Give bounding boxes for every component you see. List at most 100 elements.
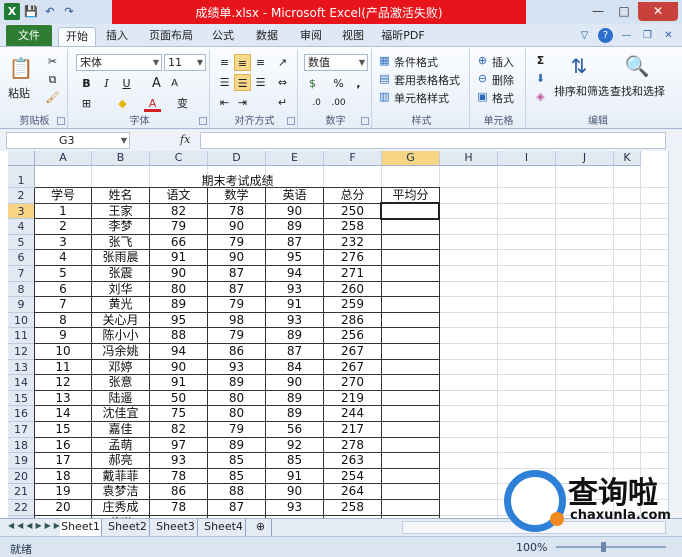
row-header-6[interactable]: 6 (8, 250, 35, 266)
zoom-level[interactable]: 100% (516, 541, 547, 554)
font-color-icon[interactable]: A (144, 95, 161, 112)
value-cell[interactable]: 84 (266, 360, 323, 376)
value-cell[interactable]: 78 (208, 204, 265, 220)
align-top-icon[interactable]: ≡ (216, 54, 233, 71)
insert-cells-button[interactable]: 插入 (492, 54, 514, 70)
row-header-17[interactable]: 17 (8, 422, 35, 438)
font-name-select[interactable]: 宋体 ▼ (76, 54, 162, 71)
row-header-13[interactable]: 13 (8, 359, 35, 376)
value-cell[interactable]: 91 (150, 250, 207, 266)
format-cells-button[interactable]: 格式 (492, 90, 514, 106)
column-header-j[interactable]: J (556, 151, 614, 166)
font-launcher-icon[interactable] (199, 117, 207, 125)
value-cell[interactable]: 258 (324, 500, 381, 516)
minimize-button[interactable]: — (586, 2, 610, 21)
redo-icon[interactable]: ↷ (61, 3, 77, 20)
number-format-select[interactable]: 数值 ▼ (304, 54, 368, 71)
value-cell[interactable]: 89 (266, 406, 323, 422)
name-cell[interactable]: 张飞 (92, 235, 149, 251)
value-cell[interactable]: 95 (150, 313, 207, 329)
sort-filter-icon[interactable]: ⇅ (564, 51, 594, 81)
value-cell[interactable]: 86 (208, 344, 265, 360)
align-middle-icon[interactable]: ≡ (234, 54, 251, 71)
column-header-a[interactable]: A (35, 151, 92, 166)
tab-home[interactable]: 开始 (58, 27, 96, 46)
value-cell[interactable]: 278 (324, 438, 381, 454)
value-cell[interactable]: 94 (150, 344, 207, 360)
decrease-decimal-icon[interactable]: .00 (330, 95, 347, 112)
underline-icon[interactable]: U (118, 75, 135, 92)
value-cell[interactable]: 258 (324, 219, 381, 235)
tab-review[interactable]: 审阅 (294, 27, 328, 46)
value-cell[interactable]: 85 (208, 469, 265, 485)
autosum-icon[interactable]: Σ (532, 52, 549, 69)
zoom-slider-handle[interactable] (601, 542, 606, 552)
clear-icon[interactable]: ◈ (532, 88, 549, 105)
value-cell[interactable]: 7 (35, 297, 91, 313)
column-header-f[interactable]: F (324, 151, 382, 166)
row-header-8[interactable]: 8 (8, 281, 35, 298)
value-cell[interactable]: 78 (150, 500, 207, 516)
value-cell[interactable]: 91 (266, 469, 323, 485)
value-cell[interactable]: 87 (208, 266, 265, 282)
value-cell[interactable]: 79 (208, 328, 265, 344)
value-cell[interactable]: 259 (324, 297, 381, 313)
conditional-format-button[interactable]: 条件格式 (394, 54, 438, 70)
tab-insert[interactable]: 插入 (100, 27, 134, 46)
tab-file[interactable]: 文件 (6, 25, 52, 46)
value-cell[interactable]: 87 (208, 500, 265, 516)
value-cell[interactable]: 9 (35, 328, 91, 344)
insert-function-button[interactable]: fx (180, 133, 190, 146)
doc-restore-icon[interactable]: ❐ (640, 28, 655, 43)
merge-center-icon[interactable]: ⇔ (274, 74, 291, 91)
value-cell[interactable]: 264 (324, 484, 381, 500)
increase-decimal-icon[interactable]: .0 (308, 95, 325, 112)
value-cell[interactable]: 93 (266, 313, 323, 329)
value-cell[interactable]: 12 (35, 375, 91, 391)
close-button[interactable]: ✕ (638, 2, 678, 21)
value-cell[interactable]: 56 (266, 422, 323, 438)
sheet-tab-4[interactable]: Sheet4 (202, 519, 246, 536)
value-cell[interactable]: 256 (324, 328, 381, 344)
delete-cells-icon[interactable]: ⊖ (474, 70, 491, 87)
align-right-icon[interactable]: ☰ (252, 74, 269, 91)
value-cell[interactable]: 80 (150, 282, 207, 298)
alignment-launcher-icon[interactable] (287, 117, 295, 125)
row-header-10[interactable]: 10 (8, 312, 35, 329)
value-cell[interactable]: 270 (324, 375, 381, 391)
value-cell[interactable]: 15 (35, 422, 91, 438)
active-cell-g3[interactable] (380, 201, 440, 221)
value-cell[interactable]: 267 (324, 360, 381, 376)
copy-icon[interactable]: ⧉ (44, 71, 61, 88)
shrink-font-icon[interactable]: A (166, 75, 183, 92)
value-cell[interactable]: 89 (266, 219, 323, 235)
worksheet-grid[interactable]: A B C D E F G H I J K 1 2 3 4 5 6 7 8 9 10 11 12 13 14 15 16 17 18 19… (0, 151, 682, 518)
name-cell[interactable]: 孟萌 (92, 438, 149, 454)
delete-cells-button[interactable]: 删除 (492, 72, 514, 88)
value-cell[interactable]: 90 (266, 375, 323, 391)
name-cell[interactable]: 李梦 (92, 219, 149, 235)
undo-icon[interactable]: ↶ (42, 3, 58, 20)
value-cell[interactable]: 263 (324, 453, 381, 469)
sheet-tab-1[interactable]: Sheet1 (60, 519, 102, 536)
row-header-12[interactable]: 12 (8, 344, 35, 360)
comma-icon[interactable]: , (350, 75, 367, 92)
value-cell[interactable]: 91 (266, 297, 323, 313)
cell-styles-button[interactable]: 单元格样式 (394, 90, 449, 106)
value-cell[interactable]: 267 (324, 344, 381, 360)
align-left-icon[interactable]: ☰ (216, 74, 233, 91)
value-cell[interactable]: 66 (150, 235, 207, 251)
column-header-c[interactable]: C (150, 151, 208, 166)
column-header-e[interactable]: E (266, 151, 324, 166)
value-cell[interactable]: 87 (266, 344, 323, 360)
row-header-7[interactable]: 7 (8, 266, 35, 282)
name-cell[interactable]: 邓婷 (92, 360, 149, 376)
value-cell[interactable]: 271 (324, 266, 381, 282)
value-cell[interactable]: 89 (208, 375, 265, 391)
value-cell[interactable]: 244 (324, 406, 381, 422)
value-cell[interactable]: 90 (208, 250, 265, 266)
value-cell[interactable]: 80 (208, 406, 265, 422)
value-cell[interactable]: 6 (35, 282, 91, 298)
cut-icon[interactable]: ✂ (44, 53, 61, 70)
value-cell[interactable]: 5 (35, 266, 91, 282)
